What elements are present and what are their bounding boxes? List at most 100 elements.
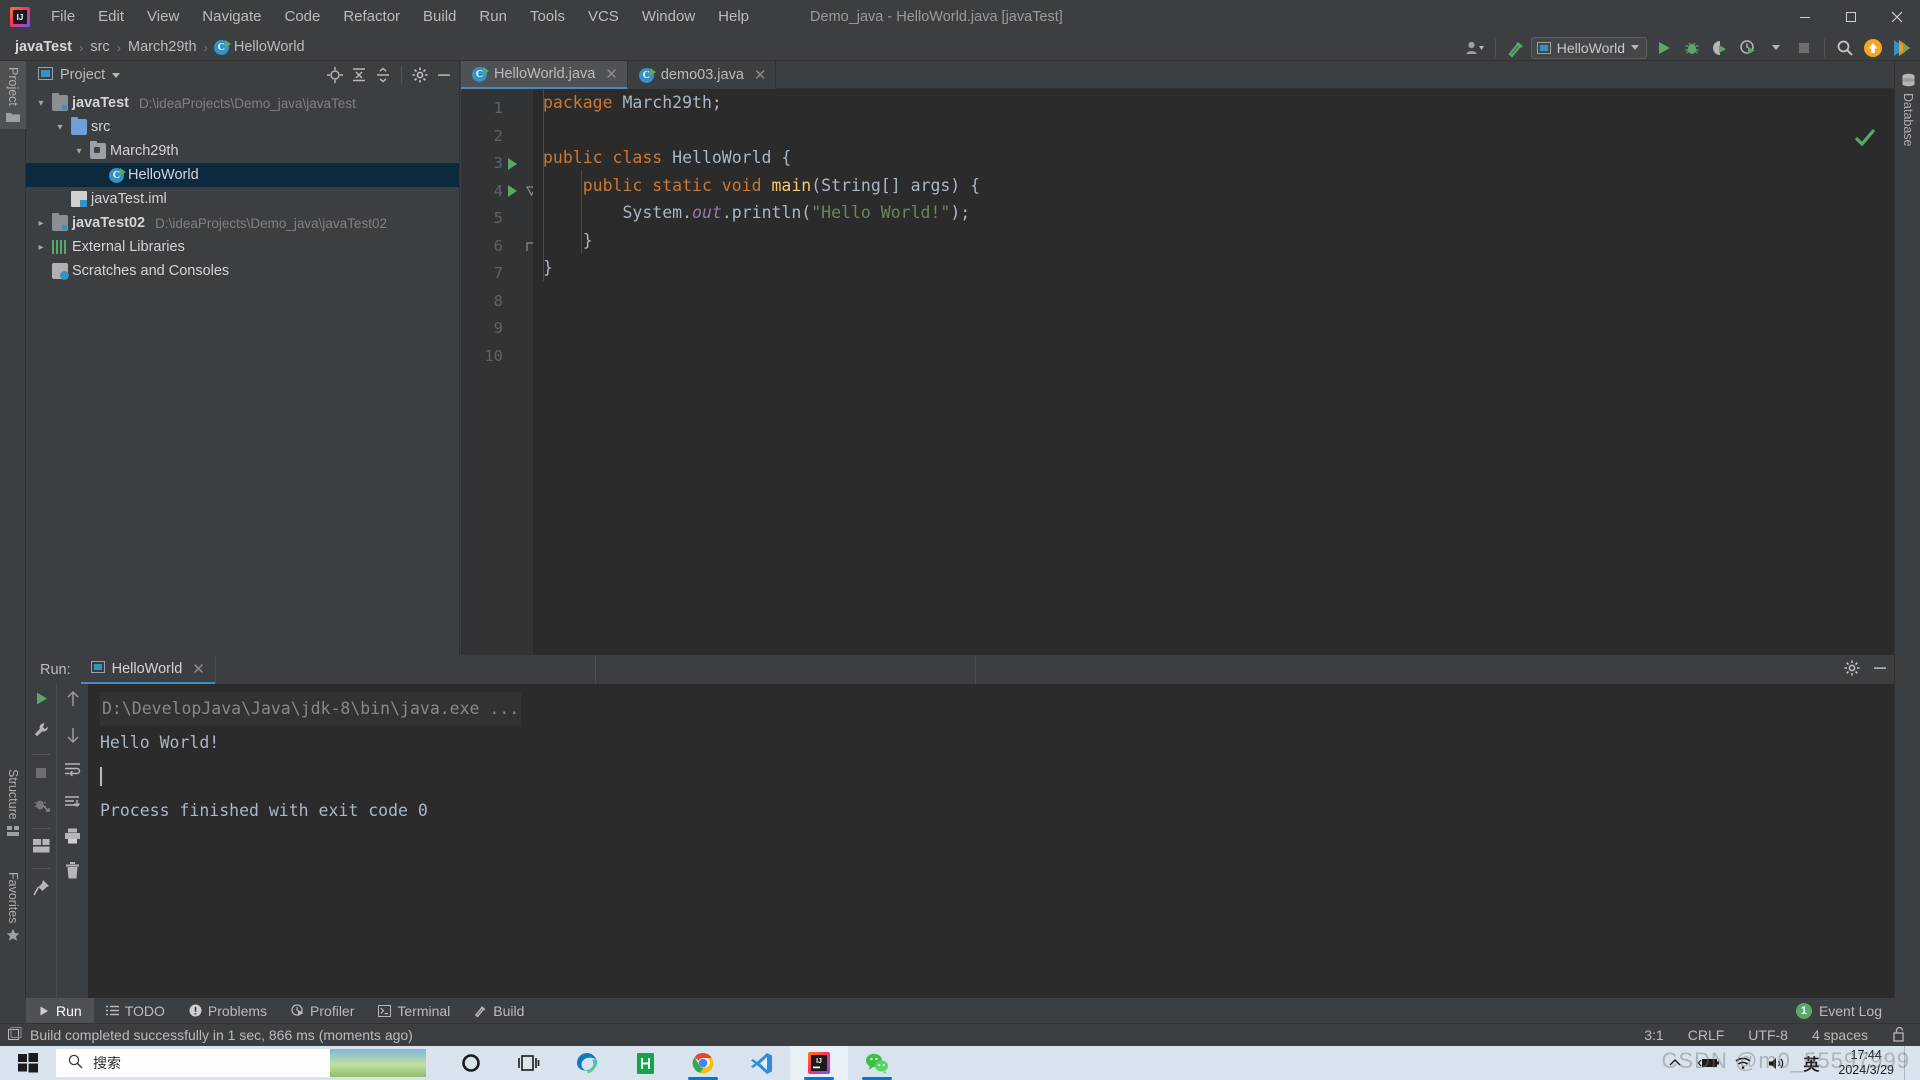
print-icon[interactable] <box>64 828 81 849</box>
line-separator[interactable]: CRLF <box>1688 1027 1725 1043</box>
wechat-icon[interactable] <box>848 1046 906 1080</box>
bottom-tab-profiler[interactable]: Profiler <box>279 998 366 1023</box>
tree-node-javatest-iml[interactable]: javaTest.iml <box>26 187 459 211</box>
profile-icon[interactable] <box>1735 36 1761 59</box>
task-view-icon[interactable] <box>500 1046 558 1080</box>
locate-icon[interactable] <box>324 64 346 86</box>
chevron-down-icon[interactable] <box>1763 36 1789 59</box>
soft-wrap-icon[interactable] <box>64 762 81 782</box>
console-output[interactable]: D:\DevelopJava\Java\jdk-8\bin\java.exe .… <box>88 684 1894 998</box>
event-log-button[interactable]: 1 Event Log <box>1795 1002 1894 1019</box>
cortana-icon[interactable] <box>442 1046 500 1080</box>
debug-attach-icon[interactable] <box>33 796 50 818</box>
menu-item-code[interactable]: Code <box>273 4 331 30</box>
breadcrumb-item-helloworld[interactable]: HelloWorld <box>229 38 310 56</box>
pin-icon[interactable] <box>32 879 50 901</box>
file-encoding[interactable]: UTF-8 <box>1748 1027 1788 1043</box>
editor-tab-helloworld-java[interactable]: C HelloWorld.java ✕ <box>461 61 628 89</box>
breadcrumb-item-src[interactable]: src <box>85 38 114 56</box>
close-icon[interactable]: ✕ <box>192 660 205 678</box>
code-line-7[interactable]: } <box>543 254 1894 282</box>
sidebar-item-database[interactable]: Database <box>1895 67 1920 153</box>
google-chrome-icon[interactable] <box>674 1046 732 1080</box>
menu-item-view[interactable]: View <box>136 4 190 30</box>
chevron-down-icon[interactable]: ▾ <box>53 122 67 133</box>
tree-node-helloworld[interactable]: C HelloWorld <box>26 163 459 187</box>
menu-item-vcs[interactable]: VCS <box>577 4 630 30</box>
hide-panel-icon[interactable] <box>433 64 455 86</box>
code-content[interactable]: package March29th; public class HelloWor… <box>533 89 1894 656</box>
chevron-right-icon[interactable]: ▸ <box>34 242 48 253</box>
code-line-8[interactable] <box>543 282 1894 310</box>
minimize-button[interactable] <box>1782 0 1828 34</box>
run-icon[interactable] <box>1651 36 1677 59</box>
bottom-tab-terminal[interactable]: Terminal <box>366 998 462 1023</box>
windows-logo-icon[interactable] <box>0 1046 56 1080</box>
scroll-to-end-icon[interactable] <box>64 795 81 815</box>
inspection-ok-icon[interactable] <box>1854 127 1876 153</box>
code-line-5[interactable]: System.out.println("Hello World!"); <box>543 199 1894 227</box>
rerun-icon[interactable] <box>33 690 50 712</box>
hide-panel-icon[interactable] <box>1872 660 1888 680</box>
caret-position[interactable]: 3:1 <box>1644 1027 1663 1043</box>
stop-icon[interactable] <box>1791 36 1817 59</box>
maximize-button[interactable] <box>1828 0 1874 34</box>
code-line-4[interactable]: public static void main(String[] args) { <box>543 172 1894 200</box>
close-icon[interactable]: ✕ <box>605 65 618 83</box>
gutter-run-icon[interactable] <box>505 178 519 206</box>
menu-item-edit[interactable]: Edit <box>87 4 135 30</box>
huawei-app-icon[interactable] <box>616 1046 674 1080</box>
menu-item-window[interactable]: Window <box>631 4 706 30</box>
taskbar-clock[interactable]: 17:44 2024/3/29 <box>1828 1048 1904 1078</box>
search-everywhere-icon[interactable] <box>1832 36 1858 59</box>
settings-gear-icon[interactable] <box>409 64 431 86</box>
intellij-idea-icon[interactable]: IJ <box>790 1046 848 1080</box>
hammer-build-icon[interactable] <box>1503 36 1529 59</box>
run-configuration-selector[interactable]: HelloWorld <box>1530 36 1647 59</box>
tree-node-src[interactable]: ▾ src <box>26 115 459 139</box>
tree-node-march29th[interactable]: ▾ March29th <box>26 139 459 163</box>
search-input[interactable]: 搜索 <box>56 1049 426 1077</box>
close-button[interactable] <box>1874 0 1920 34</box>
tree-node-javatest[interactable]: ▾ javaTest D:\ideaProjects\Demo_java\javaT… <box>26 91 459 115</box>
close-icon[interactable]: ✕ <box>754 66 767 84</box>
ime-indicator[interactable]: 英 <box>1794 1046 1828 1080</box>
breadcrumb-item-javatest[interactable]: javaTest <box>10 38 77 56</box>
chevron-down-icon[interactable]: ▾ <box>72 146 86 157</box>
chevron-down-icon[interactable] <box>112 72 121 78</box>
collapse-all-icon[interactable] <box>372 64 394 86</box>
menu-item-build[interactable]: Build <box>412 4 467 30</box>
menu-item-run[interactable]: Run <box>468 4 518 30</box>
tree-node-scratches-and-consoles[interactable]: Scratches and Consoles <box>26 259 459 283</box>
indent-setting[interactable]: 4 spaces <box>1812 1027 1868 1043</box>
sidebar-item-structure[interactable]: Structure <box>0 763 26 843</box>
sidebar-item-favorites[interactable]: Favorites <box>0 866 26 948</box>
update-icon[interactable] <box>1860 36 1886 59</box>
tree-node-external-libraries[interactable]: ▸ External Libraries <box>26 235 459 259</box>
unlocked-icon[interactable] <box>1892 1026 1906 1045</box>
editor-scrollbar[interactable] <box>1882 117 1894 684</box>
tree-node-javatest02[interactable]: ▸ javaTest02 D:\ideaProjects\Demo_java\jav… <box>26 211 459 235</box>
layout-icon[interactable] <box>32 839 50 858</box>
editor-gutter[interactable]: 1 2 3 4 5 6 7 8 9 10 <box>461 89 537 656</box>
bottom-tab-run[interactable]: Run <box>26 998 94 1023</box>
plugin-icon[interactable] <box>1888 36 1914 59</box>
code-line-10[interactable] <box>543 337 1894 365</box>
debug-icon[interactable] <box>1679 36 1705 59</box>
stop-icon[interactable] <box>33 765 49 786</box>
editor-tab-demo03-java[interactable]: Cdemo03.java ✕ <box>628 61 777 89</box>
code-line-6[interactable]: } <box>543 227 1894 255</box>
user-avatar-icon[interactable] <box>1462 36 1488 59</box>
code-line-3[interactable]: public class HelloWorld { <box>543 144 1894 172</box>
menu-item-tools[interactable]: Tools <box>519 4 576 30</box>
gutter-run-icon[interactable] <box>505 150 519 178</box>
coverage-icon[interactable] <box>1707 36 1733 59</box>
bottom-tab-todo[interactable]: TODO <box>94 998 177 1023</box>
down-arrow-icon[interactable] <box>65 726 81 749</box>
show-desktop-button[interactable] <box>1904 1046 1914 1080</box>
chevron-right-icon[interactable]: ▸ <box>34 218 48 229</box>
menu-item-refactor[interactable]: Refactor <box>332 4 411 30</box>
menu-item-help[interactable]: Help <box>707 4 760 30</box>
run-tab-helloworld[interactable]: HelloWorld ✕ <box>80 656 215 684</box>
wrench-settings-icon[interactable] <box>33 722 50 744</box>
